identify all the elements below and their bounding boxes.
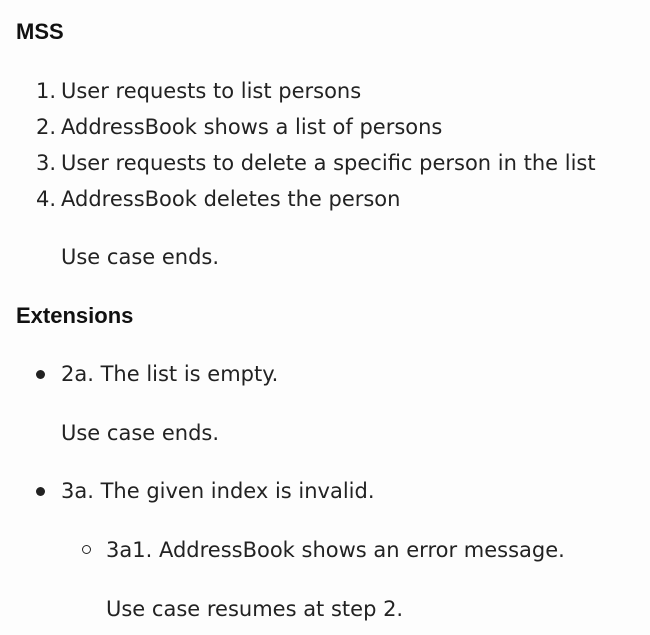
bullet-disc-icon xyxy=(36,370,45,379)
extension-3a-text: 3a. The given index is invalid. xyxy=(61,479,375,503)
extension-3a1-text: 3a1. AddressBook shows an error message. xyxy=(106,538,565,562)
mss-heading: MSS xyxy=(16,19,64,44)
extension-2a-note: Use case ends. xyxy=(61,421,220,445)
extensions-heading: Extensions xyxy=(16,303,134,328)
extension-3a1-note: Use case resumes at step 2. xyxy=(106,597,404,621)
extension-2a-text: 2a. The list is empty. xyxy=(61,362,279,386)
bullet-circle-icon xyxy=(82,545,91,554)
step-1-text: User requests to list persons xyxy=(61,79,362,103)
step-3-number: 3. xyxy=(36,151,57,175)
mss-conclusion: Use case ends. xyxy=(61,245,220,269)
step-1-number: 1. xyxy=(36,79,57,103)
step-4-text: AddressBook deletes the person xyxy=(61,187,401,211)
bullet-disc-icon xyxy=(36,487,45,496)
use-case-document: MSS 1. User requests to list persons 2. … xyxy=(0,0,650,635)
step-4-number: 4. xyxy=(36,187,57,211)
step-3-text: User requests to delete a specific perso… xyxy=(61,151,596,175)
step-2-text: AddressBook shows a list of persons xyxy=(61,115,443,139)
step-2-number: 2. xyxy=(36,115,57,139)
